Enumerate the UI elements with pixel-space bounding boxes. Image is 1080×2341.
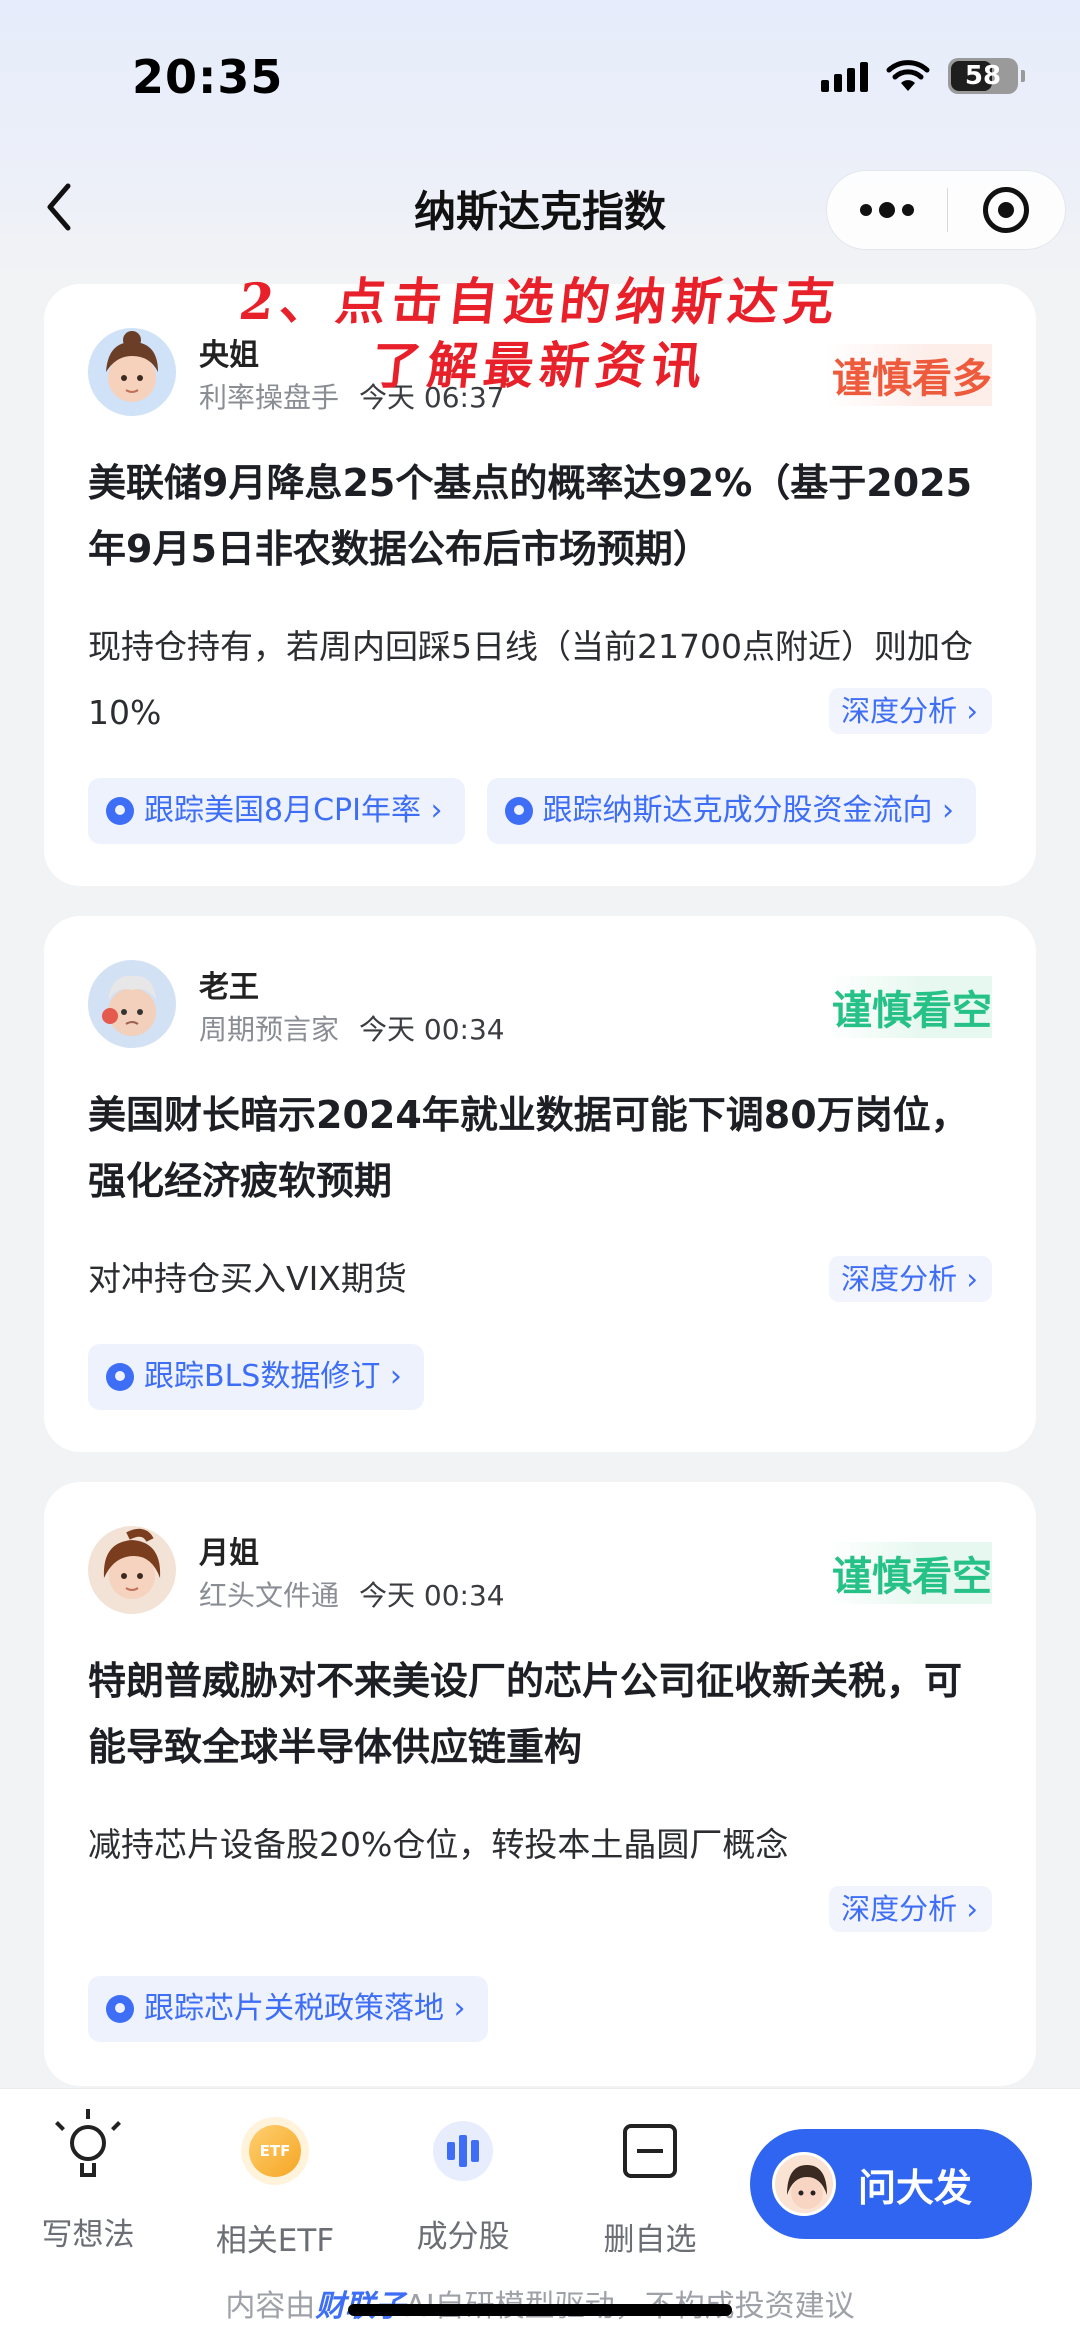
tag-label: 跟踪BLS数据修订 › xyxy=(144,1359,402,1394)
more-dots-icon xyxy=(859,204,872,216)
miniprogram-capsule xyxy=(826,170,1066,250)
assistant-avatar xyxy=(772,2152,836,2216)
deep-analysis-button[interactable]: 深度分析 › xyxy=(829,1886,992,1932)
post-body: 减持芯片设备股20%仓位，转投本土晶圆厂概念 xyxy=(88,1825,789,1864)
annotation-line-1: 2、点击自选的纳斯达克 xyxy=(236,272,844,331)
post-time: 今天 00:34 xyxy=(359,1579,505,1612)
post-title: 美联储9月降息25个基点的概率达92%（基于2025年9月5日非农数据公布后市场… xyxy=(88,461,973,571)
etf-icon: ETF xyxy=(249,2125,301,2177)
cellular-signal-icon xyxy=(821,60,868,92)
track-tag[interactable]: 跟踪美国8月CPI年率 › xyxy=(88,778,465,844)
location-pin-icon xyxy=(504,797,533,825)
tab-constituents[interactable]: 成分股 xyxy=(383,2119,543,2256)
lightbulb-icon xyxy=(55,2109,121,2183)
location-pin-icon xyxy=(106,1995,134,2023)
post-title: 美国财长暗示2024年就业数据可能下调80万岗位，强化经济疲软预期 xyxy=(88,1093,969,1203)
author-meta: 周期预言家 今天 00:34 xyxy=(199,1008,505,1048)
battery-level: 58 xyxy=(964,61,1002,91)
tag-label: 跟踪纳斯达克成分股资金流向 › xyxy=(542,793,955,828)
ask-button-label: 问大发 xyxy=(858,2165,973,2210)
post-title: 特朗普威胁对不来美设厂的芯片公司征收新关税，可能导致全球半导体供应链重构 xyxy=(88,1659,963,1769)
tag-row: 跟踪芯片关税政策落地 › xyxy=(88,1976,992,2044)
tag-label: 跟踪美国8月CPI年率 › xyxy=(144,793,443,828)
location-pin-icon xyxy=(106,797,134,825)
author-name: 月姐 xyxy=(199,1536,259,1571)
location-pin-icon xyxy=(106,1363,134,1391)
tab-label: 成分股 xyxy=(416,2219,510,2255)
track-tag[interactable]: 跟踪BLS数据修订 › xyxy=(88,1344,424,1410)
deep-analysis-button[interactable]: 深度分析 › xyxy=(829,1256,992,1302)
sentiment-badge: 谨慎看空 xyxy=(826,1542,992,1604)
status-icons: 58 xyxy=(821,58,1025,94)
post-card[interactable]: 老王 周期预言家 今天 00:34 谨慎看空 美国财长暗示2024年就业数据可能下… xyxy=(44,916,1036,1452)
tag-label: 跟踪芯片关税政策落地 › xyxy=(144,1991,466,2026)
tag-row: 跟踪BLS数据修订 › xyxy=(88,1344,992,1412)
author-name: 老王 xyxy=(199,970,259,1005)
author-meta: 红头文件通 今天 00:34 xyxy=(199,1574,505,1614)
remove-watchlist-icon xyxy=(623,2124,677,2178)
home-indicator xyxy=(348,2304,732,2316)
avatar xyxy=(88,1526,176,1614)
disclaimer: 内容由财联子AI自研模型驱动，不构成投资建议 xyxy=(0,2281,1080,2325)
tab-label: 删自选 xyxy=(603,2222,697,2258)
tab-label: 相关ETF xyxy=(215,2223,335,2259)
tab-remove-watchlist[interactable]: 删自选 xyxy=(570,2119,730,2259)
status-time: 20:35 xyxy=(132,50,284,104)
track-tag[interactable]: 跟踪纳斯达克成分股资金流向 › xyxy=(486,778,977,844)
target-icon xyxy=(983,187,1030,233)
battery-icon: 58 xyxy=(948,58,1025,94)
tab-related-etf[interactable]: ETF 相关ETF xyxy=(195,2119,355,2260)
avatar xyxy=(88,960,176,1048)
author-role: 红头文件通 xyxy=(199,1579,340,1612)
ask-dafa-button[interactable]: 问大发 xyxy=(750,2129,1032,2239)
annotation-line-2: 了解最新资讯 xyxy=(368,336,711,395)
track-tag[interactable]: 跟踪芯片关税政策落地 › xyxy=(88,1976,488,2042)
post-card[interactable]: 月姐 红头文件通 今天 00:34 谨慎看空 特朗普威胁对不来美设厂的芯片公司征收… xyxy=(44,1482,1036,2086)
more-options-button[interactable] xyxy=(827,202,947,218)
candlestick-icon xyxy=(433,2121,493,2181)
close-miniprogram-button[interactable] xyxy=(948,187,1066,233)
tag-row: 跟踪美国8月CPI年率 › 跟踪纳斯达克成分股资金流向 › xyxy=(88,778,992,846)
tab-label: 写想法 xyxy=(41,2217,135,2253)
tab-write-idea[interactable]: 写想法 xyxy=(8,2109,168,2254)
wifi-icon xyxy=(886,60,930,91)
sentiment-badge: 谨慎看空 xyxy=(826,976,992,1038)
author-role: 周期预言家 xyxy=(199,1013,340,1046)
deep-analysis-button[interactable]: 深度分析 › xyxy=(829,688,992,734)
post-time: 今天 00:34 xyxy=(359,1013,505,1046)
